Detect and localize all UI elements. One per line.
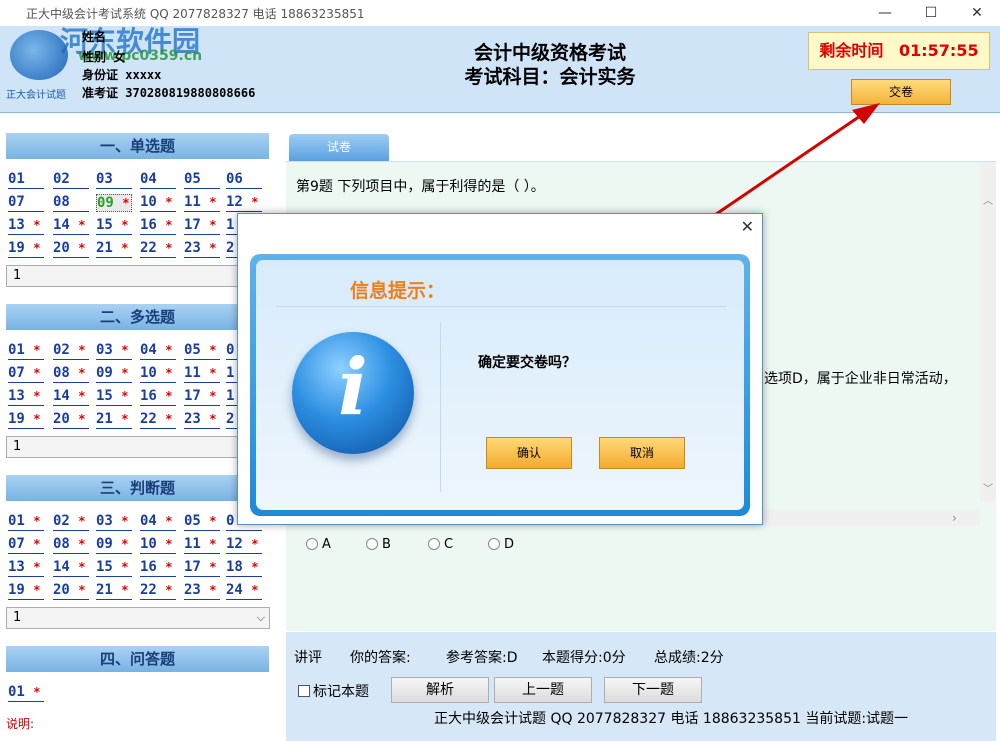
- confirm-button[interactable]: 确认: [486, 437, 572, 469]
- arrow-head: [852, 103, 880, 124]
- dialog-message: 确定要交卷吗？: [478, 355, 576, 371]
- dialog-divider: [276, 306, 726, 307]
- dialog-close-button[interactable]: ✕: [741, 217, 754, 236]
- cancel-button[interactable]: 取消: [599, 437, 685, 469]
- dialog-title: 信息提示：: [350, 280, 446, 302]
- info-icon: i: [292, 332, 414, 454]
- dialog-panel: 信息提示： i 确定要交卷吗？ 确认 取消: [256, 260, 744, 510]
- dialog-vertical-divider: [440, 322, 441, 492]
- dialog-frame: 信息提示： i 确定要交卷吗？ 确认 取消: [250, 254, 750, 516]
- confirm-dialog: ✕ 信息提示： i 确定要交卷吗？ 确认 取消: [237, 213, 763, 525]
